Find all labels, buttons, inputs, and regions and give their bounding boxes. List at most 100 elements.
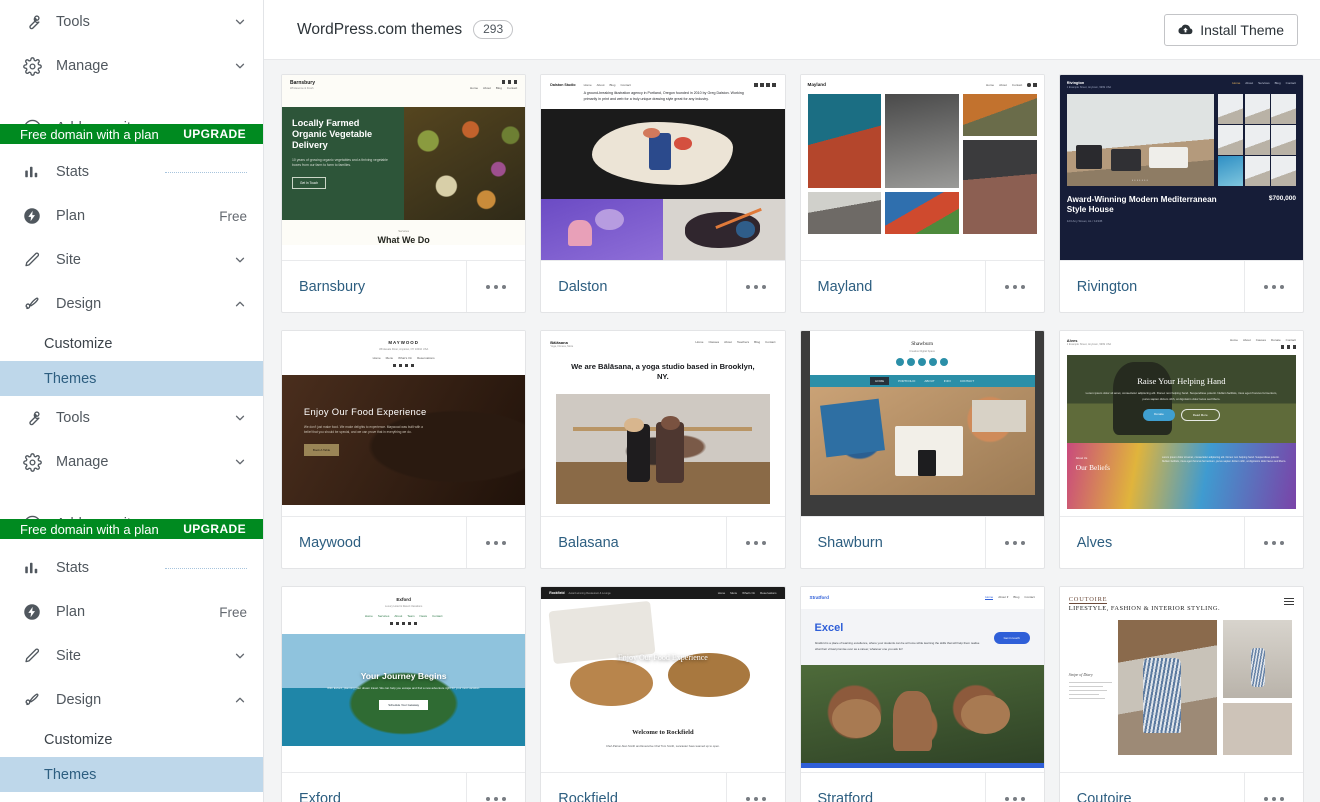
theme-card-mayland[interactable]: Mayland Home About Contact Mayland: [799, 74, 1045, 313]
theme-name[interactable]: Coutoire: [1060, 791, 1244, 802]
preview-headline: Enjoy Our Food Experience: [303, 406, 427, 418]
theme-thumbnail[interactable]: Stratford Home About ▾ Blog Contact Excel S…: [800, 587, 1044, 772]
theme-card-exford[interactable]: Exford Luxury Hotel & Resort Vacations H…: [281, 586, 527, 802]
sidebar-item-tools[interactable]: Tools: [0, 0, 263, 44]
theme-card-rockfield[interactable]: Rockfield Award-winning Restaurant & Lou…: [540, 586, 786, 802]
theme-thumbnail[interactable]: Shawburn Creative Digital Space HOME POR…: [800, 331, 1044, 516]
theme-more-options-button[interactable]: [1244, 772, 1303, 802]
theme-more-options-button[interactable]: [1244, 260, 1303, 312]
sidebar-item-themes-2[interactable]: Themes: [0, 757, 263, 792]
sidebar-item-stats-2[interactable]: Stats: [0, 546, 263, 590]
sidebar-item-site-2[interactable]: Site: [0, 634, 263, 678]
theme-name[interactable]: Barnsbury: [282, 279, 466, 295]
sidebar-item-label: Site: [56, 252, 81, 268]
sidebar-item-site[interactable]: Site: [0, 238, 263, 282]
theme-more-options-button[interactable]: [725, 772, 785, 802]
sidebar-item-plan[interactable]: Plan Free: [0, 194, 263, 238]
sidebar-subitem-label: Customize: [44, 731, 113, 748]
preview-brand: MAYWOOD: [388, 340, 419, 345]
preview-tagline: Creative Digital Space: [909, 350, 935, 354]
sidebar-item-label: Manage: [56, 58, 109, 74]
hamburger-icon[interactable]: [1284, 596, 1294, 606]
theme-card-maywood[interactable]: MAYWOOD Wholesale Diner, Anytown, NY 100…: [281, 330, 527, 569]
preview-price: $700,000: [1268, 194, 1296, 202]
preview-brand: Mayland: [807, 82, 826, 87]
preview-section-body: Lorem ipsum dolor sit amet, consectetur …: [1161, 455, 1287, 464]
theme-card-footer: Balasana: [541, 516, 785, 568]
theme-more-options-button[interactable]: [984, 260, 1044, 312]
theme-more-options-button[interactable]: [725, 260, 785, 312]
preview-tagline: Wholesale Diner, Anytown, NY 10010 USA: [379, 347, 429, 351]
theme-name[interactable]: Rockfield: [541, 791, 725, 802]
theme-more-options-button[interactable]: [1244, 516, 1303, 568]
gear-icon: [20, 54, 44, 78]
promo-upgrade-label: UPGRADE: [183, 522, 246, 536]
theme-thumbnail[interactable]: Dalston Studio Home About Blog Contact A gr…: [541, 75, 785, 260]
chevron-down-icon: [233, 649, 247, 663]
preview-section-body: Chef-Patron Alan Smith and Executive Che…: [605, 744, 720, 749]
sidebar-item-design-2[interactable]: Design: [0, 678, 263, 722]
sidebar-item-themes[interactable]: Themes: [0, 361, 263, 396]
theme-card-shawburn[interactable]: Shawburn Creative Digital Space HOME POR…: [799, 330, 1045, 569]
theme-card-balasana[interactable]: Bālāsana Yoga, Fitness, More Home Classes…: [540, 330, 786, 569]
stats-sparkline: [165, 567, 247, 569]
preview-eyebrow: Services: [398, 229, 409, 233]
sidebar-item-manage[interactable]: Manage: [0, 44, 263, 88]
theme-thumbnail[interactable]: Barnsbury Wholesome & Fresh Home About Blo…: [282, 75, 526, 260]
preview-tagline: Luxury Hotel & Resort Vacations: [384, 604, 423, 608]
sidebar-block-2: Tools Manage Add new site: [0, 396, 263, 792]
theme-name[interactable]: Alves: [1060, 535, 1244, 551]
sidebar-item-customize-2[interactable]: Customize: [0, 722, 263, 757]
theme-thumbnail[interactable]: MAYWOOD Wholesale Diner, Anytown, NY 100…: [282, 331, 526, 516]
sidebar-item-manage-2[interactable]: Manage: [0, 440, 263, 484]
upgrade-promo-banner[interactable]: Free domain with a plan UPGRADE: [0, 124, 263, 144]
sidebar-item-design[interactable]: Design: [0, 282, 263, 326]
theme-more-options-button[interactable]: [466, 772, 525, 802]
theme-thumbnail[interactable]: Exford Luxury Hotel & Resort Vacations H…: [282, 587, 526, 772]
preview-section-title: Our Beliefs: [1075, 462, 1111, 472]
preview-brand: Exford: [396, 597, 411, 602]
theme-thumbnail[interactable]: Mayland Home About Contact: [800, 75, 1044, 260]
sidebar-item-label: Site: [56, 648, 81, 664]
theme-name[interactable]: Maywood: [282, 535, 466, 551]
sidebar-item-customize[interactable]: Customize: [0, 326, 263, 361]
theme-card-dalston[interactable]: Dalston Studio Home About Blog Contact A gr…: [540, 74, 786, 313]
preview-headline: LIFESTYLE, FASHION & INTERIOR STYLING.: [1068, 605, 1221, 612]
theme-thumbnail[interactable]: Rockfield Award-winning Restaurant & Lou…: [541, 587, 785, 772]
theme-more-options-button[interactable]: [984, 516, 1044, 568]
sidebar: Tools Manage Add new site: [0, 0, 264, 802]
theme-more-options-button[interactable]: [466, 516, 525, 568]
theme-name[interactable]: Dalston: [541, 279, 725, 295]
preview-section-title: Stripe of Diary: [1068, 672, 1093, 677]
theme-card-alves[interactable]: Alves 1 Example Street, Anytown, 9999 US…: [1058, 330, 1304, 569]
theme-name[interactable]: Rivington: [1060, 279, 1244, 295]
theme-more-options-button[interactable]: [725, 516, 785, 568]
cloud-upload-icon: [1178, 22, 1193, 37]
theme-name[interactable]: Balasana: [541, 535, 725, 551]
theme-name[interactable]: Shawburn: [801, 535, 985, 551]
install-theme-button[interactable]: Install Theme: [1164, 13, 1298, 46]
theme-card-barnsbury[interactable]: Barnsbury Wholesome & Fresh Home About Blo…: [281, 74, 527, 313]
theme-card-coutoire[interactable]: COUTOIRE LIFESTYLE, FASHION & INTERIOR S…: [1058, 586, 1304, 802]
theme-more-options-button[interactable]: [984, 772, 1044, 802]
sidebar-item-plan-2[interactable]: Plan Free: [0, 590, 263, 634]
chevron-up-icon: [233, 693, 247, 707]
sidebar-item-stats[interactable]: Stats: [0, 150, 263, 194]
chevron-down-icon: [233, 455, 247, 469]
theme-name[interactable]: Stratford: [801, 791, 985, 802]
theme-more-options-button[interactable]: [466, 260, 525, 312]
theme-name[interactable]: Exford: [282, 791, 466, 802]
theme-thumbnail[interactable]: Rivington 1 Example Street, Anytown, 999…: [1059, 75, 1303, 260]
theme-name[interactable]: Mayland: [801, 279, 985, 295]
theme-thumbnail[interactable]: Bālāsana Yoga, Fitness, More Home Classes…: [541, 331, 785, 516]
upgrade-promo-banner-2[interactable]: Free domain with a plan UPGRADE: [0, 519, 263, 539]
preview-headline: Your Journey Begins: [360, 671, 447, 682]
page-title: WordPress.com themes: [297, 20, 463, 38]
sidebar-item-tools-2[interactable]: Tools: [0, 396, 263, 440]
preview-brand: COUTOIRE: [1068, 596, 1108, 604]
theme-thumbnail[interactable]: COUTOIRE LIFESTYLE, FASHION & INTERIOR S…: [1059, 587, 1303, 772]
theme-thumbnail[interactable]: Alves 1 Example Street, Anytown, 9999 US…: [1059, 331, 1303, 516]
theme-card-stratford[interactable]: Stratford Home About ▾ Blog Contact Excel S…: [799, 586, 1045, 802]
theme-card-rivington[interactable]: Rivington 1 Example Street, Anytown, 999…: [1058, 74, 1304, 313]
chevron-down-icon: [233, 15, 247, 29]
